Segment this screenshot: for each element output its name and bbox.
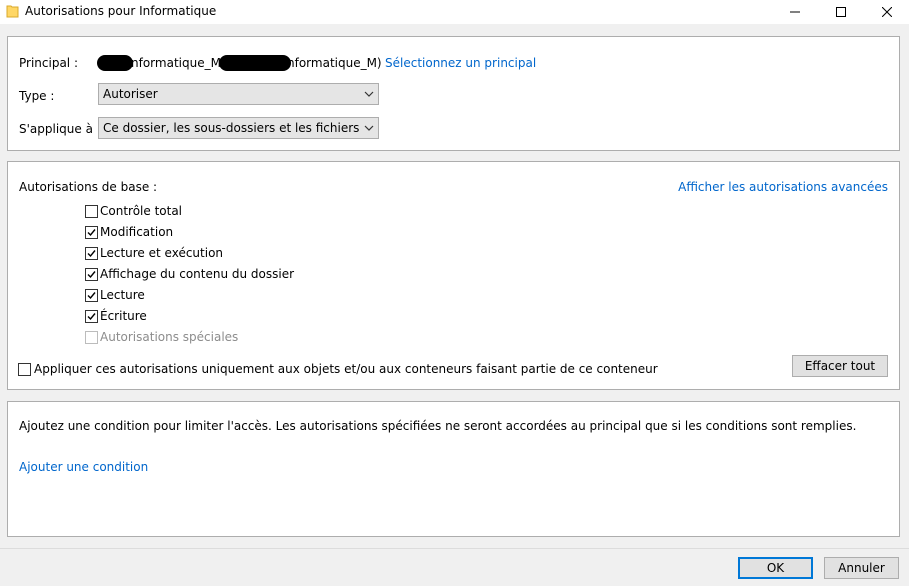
permission-label: Autorisations spéciales [100,330,239,344]
applies-to-select[interactable]: Ce dossier, les sous-dossiers et les fic… [98,117,379,139]
checkmark-icon [87,313,96,321]
checkmark-icon [87,250,96,258]
principal-name: nformatique_M ( [131,56,230,70]
minimize-button[interactable] [772,0,817,24]
type-label: Type : [19,89,55,103]
cancel-label: Annuler [838,561,885,575]
permission-checkbox[interactable] [85,205,98,218]
permission-label: Écriture [100,309,147,323]
redacted-text [219,55,291,71]
checkmark-icon [87,292,96,300]
permission-checkbox[interactable] [85,289,98,302]
minimize-icon [789,11,800,13]
permission-label: Lecture et exécution [100,246,224,260]
permission-label: Modification [100,225,174,239]
cancel-button[interactable]: Annuler [824,557,899,579]
permission-label: Affichage du contenu du dossier [100,267,295,281]
select-principal-link[interactable]: Sélectionnez un principal [385,56,536,70]
chevron-down-icon [364,125,374,131]
footer-divider [0,548,909,549]
condition-panel: Ajoutez une condition pour limiter l'acc… [7,401,900,537]
folder-icon [6,5,19,18]
basic-permissions-heading: Autorisations de base : [19,180,158,194]
principal-name-2: nformatique_M) [287,56,382,70]
condition-description: Ajoutez une condition pour limiter l'acc… [19,419,857,433]
chevron-down-icon [364,91,374,97]
clear-all-button[interactable]: Effacer tout [792,355,888,377]
add-condition-link[interactable]: Ajouter une condition [19,460,148,474]
close-button[interactable] [864,0,909,24]
principal-panel: Principal : nformatique_M ( nformatique_… [7,36,900,151]
checkmark-icon [87,271,96,279]
permission-checkbox[interactable] [85,226,98,239]
type-select-value: Autoriser [103,87,158,101]
permission-label: Lecture [100,288,145,302]
permission-checkbox[interactable] [85,268,98,281]
ok-button[interactable]: OK [738,557,813,579]
permission-checkbox[interactable] [85,247,98,260]
permission-checkbox[interactable] [85,310,98,323]
apply-only-checkbox[interactable] [18,363,31,376]
type-select[interactable]: Autoriser [98,83,379,105]
close-icon [881,7,892,17]
permission-label: Contrôle total [100,204,183,218]
window-title: Autorisations pour Informatique [25,4,217,18]
applies-to-label: S'applique à : [19,122,101,136]
checkmark-icon [87,229,96,237]
maximize-icon [835,7,846,17]
apply-only-label: Appliquer ces autorisations uniquement a… [34,362,658,376]
title-bar: Autorisations pour Informatique [0,0,909,24]
redacted-text [97,55,133,71]
applies-to-select-value: Ce dossier, les sous-dossiers et les fic… [103,121,360,135]
permission-checkbox [85,331,98,344]
maximize-button[interactable] [818,0,863,24]
ok-label: OK [766,561,785,575]
basic-permissions-panel: Autorisations de base : Afficher les aut… [7,161,900,390]
principal-label: Principal : [19,56,78,70]
advanced-permissions-link[interactable]: Afficher les autorisations avancées [678,180,888,194]
clear-all-label: Effacer tout [804,359,876,373]
